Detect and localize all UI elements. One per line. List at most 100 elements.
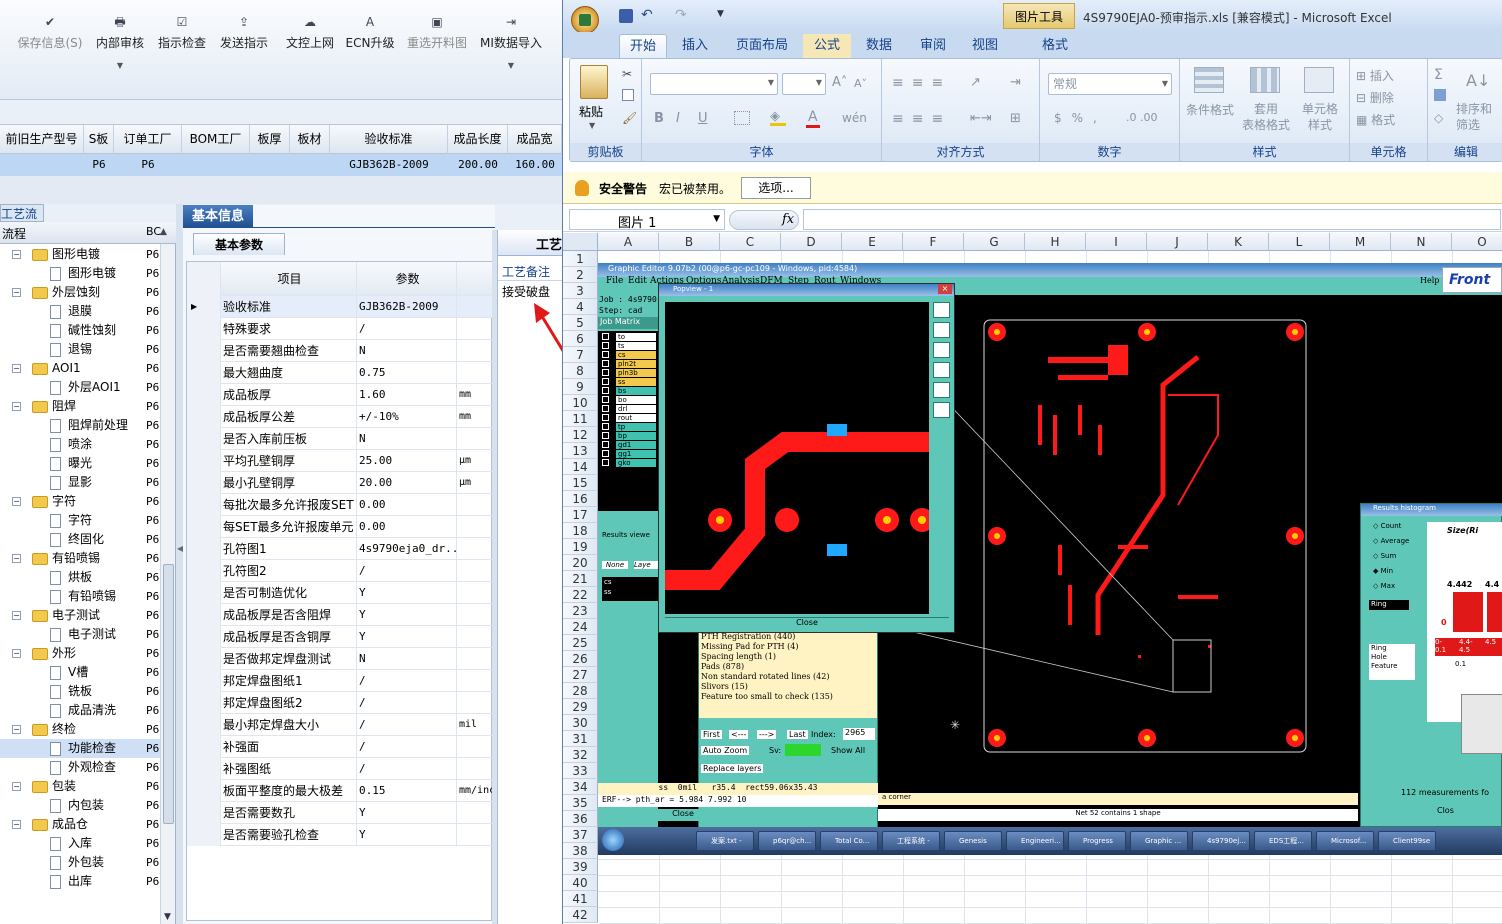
layer-checkbox[interactable] [602, 423, 609, 430]
param-value[interactable]: GJB362B-2009 [357, 296, 457, 318]
collapse-icon[interactable]: − [12, 649, 21, 658]
scroll-down-icon[interactable]: ▼ [164, 912, 171, 922]
column-header[interactable]: E [842, 233, 903, 251]
toolbar-button-0[interactable]: ✔ 保存信息(S) [12, 12, 88, 82]
order-col-header[interactable]: 成品宽 [508, 125, 562, 155]
collapse-icon[interactable]: − [12, 288, 21, 297]
param-row[interactable]: ▶ 验收标准 GJB362B-2009 [187, 296, 493, 318]
row-header[interactable]: 42 [563, 907, 598, 923]
row-header[interactable]: 38 [563, 843, 598, 859]
popview-tools[interactable] [933, 302, 950, 442]
taskbar-item[interactable]: 4s9790ej... [1192, 831, 1250, 851]
ribbon-tab[interactable]: 开始 [619, 34, 667, 58]
sum-icon[interactable]: Σ [1434, 67, 1443, 83]
param-value[interactable]: 4s9790eja0_dr... [357, 538, 457, 560]
row-header[interactable]: 34 [563, 779, 598, 795]
genesis-menu-item[interactable]: File [606, 276, 623, 286]
tree-group[interactable]: − 图形电镀 P6 [0, 245, 160, 264]
order-col-header[interactable]: BOM工厂 [182, 125, 250, 155]
param-row[interactable]: 邦定焊盘图纸1/ [187, 670, 493, 692]
auto-zoom[interactable]: Auto Zoom [701, 746, 750, 755]
layer-checkbox[interactable] [602, 414, 609, 421]
row-header[interactable]: 16 [563, 491, 598, 507]
qat-dropdown-icon[interactable]: ▼ [717, 9, 724, 19]
param-row[interactable]: 成品板厚公差 +/-10% mm [187, 406, 493, 428]
row-header[interactable]: 3 [563, 283, 598, 299]
font-size-box[interactable]: ▼ [782, 73, 826, 95]
fill-icon[interactable] [1434, 89, 1446, 101]
tree-group[interactable]: − 阻焊 P6 [0, 397, 160, 416]
tree-item[interactable]: 烘板 P6 [0, 568, 160, 587]
layer-list[interactable]: to ts cs pln2t pln3b ss bs bo drl rout tp bp gd1 gg1 g… [598, 331, 658, 511]
param-value[interactable]: 20.00 [357, 472, 457, 494]
layer-row[interactable]: cs [616, 351, 656, 359]
taskbar-item[interactable]: Engineeri... [1006, 831, 1064, 851]
layer-row[interactable]: ss [616, 378, 656, 386]
row-header[interactable]: 41 [563, 891, 598, 907]
select-all[interactable] [563, 233, 598, 251]
param-value[interactable]: 0.75 [357, 362, 457, 384]
wrap-text-icon[interactable]: ⇥ [1010, 75, 1021, 90]
layer-checkbox[interactable] [602, 405, 609, 412]
row-header[interactable]: 39 [563, 859, 598, 875]
collapse-icon[interactable]: − [12, 782, 21, 791]
toolbar-button-5[interactable]: A ECN升级 [344, 12, 396, 82]
collapse-icon[interactable]: − [12, 402, 21, 411]
font-color-icon[interactable]: A [808, 109, 818, 125]
tree-item[interactable]: 喷涂 P6 [0, 435, 160, 454]
column-header[interactable]: N [1391, 233, 1452, 251]
italic-icon[interactable]: I [676, 111, 680, 126]
index-field[interactable]: 2965 [843, 728, 875, 740]
tree-item[interactable]: 字符 P6 [0, 511, 160, 530]
layer-checkbox[interactable] [602, 351, 609, 358]
office-button[interactable] [571, 6, 599, 34]
column-header[interactable]: D [781, 233, 842, 251]
number-format-icons[interactable]: $%, [1054, 111, 1107, 125]
job-matrix[interactable]: Job Matrix [598, 317, 658, 329]
row-header[interactable]: 36 [563, 811, 598, 827]
merge-icon[interactable]: ⊞ [1010, 111, 1021, 126]
param-value[interactable]: Y [357, 802, 457, 824]
shrink-font-icon[interactable]: A˅ [854, 77, 867, 90]
ribbon-tab[interactable]: 格式 [1031, 34, 1079, 58]
column-header[interactable]: A [598, 233, 659, 251]
column-header[interactable]: K [1208, 233, 1269, 251]
order-col-header[interactable]: 板厚 [250, 125, 290, 155]
taskbar-item[interactable]: Microsof... [1316, 831, 1374, 851]
row-header[interactable]: 4 [563, 299, 598, 315]
order-table-row[interactable]: P6 P6 GJB362B-2009 200.00 160.00 [0, 154, 562, 176]
tree-item[interactable]: 出库 P6 [0, 872, 160, 891]
row-header[interactable]: 26 [563, 651, 598, 667]
ribbon-tab[interactable]: 视图 [961, 34, 1009, 58]
toolbar-button-1[interactable]: 🖶 内部审核 ▼ [92, 12, 148, 82]
layer-checkbox[interactable] [602, 342, 609, 349]
tree-item[interactable]: 内包装 P6 [0, 796, 160, 815]
ribbon-tab[interactable]: 插入 [671, 34, 719, 58]
param-value[interactable]: / [357, 670, 457, 692]
param-row[interactable]: 邦定焊盘图纸2/ [187, 692, 493, 714]
tree-group[interactable]: − 有铅喷锡 P6 [0, 549, 160, 568]
param-row[interactable]: 补强面 / [187, 736, 493, 758]
param-row[interactable]: 最大翘曲度 0.75 [187, 362, 493, 384]
row-header[interactable]: 17 [563, 507, 598, 523]
order-cell[interactable]: 160.00 [508, 154, 562, 176]
order-col-header[interactable]: 板材 [290, 125, 330, 155]
param-row[interactable]: 最小孔壁铜厚 20.00 μm [187, 472, 493, 494]
taskbar-item[interactable]: p6qr@ch... [758, 831, 816, 851]
layer-checkbox[interactable] [602, 459, 609, 466]
column-header[interactable]: I [1086, 233, 1147, 251]
hist-option[interactable]: ◇ Max [1373, 582, 1395, 590]
row-header[interactable]: 8 [563, 363, 598, 379]
table-format-button[interactable]: 套用 表格格式 [1238, 101, 1294, 133]
tab-basic-info[interactable]: 基本信息 [183, 205, 253, 228]
collapse-icon[interactable]: − [12, 364, 21, 373]
sort-arrow-icon[interactable]: ▲ [160, 227, 167, 237]
collapse-icon[interactable]: − [12, 497, 21, 506]
taskbar-item[interactable]: Graphic ... [1130, 831, 1188, 851]
row-header[interactable]: 5 [563, 315, 598, 331]
row-header[interactable]: 18 [563, 523, 598, 539]
ribbon-tab[interactable]: 公式 [803, 34, 851, 58]
param-value[interactable]: Y [357, 582, 457, 604]
tree-item[interactable]: 曝光 P6 [0, 454, 160, 473]
collapse-icon[interactable]: − [12, 725, 21, 734]
